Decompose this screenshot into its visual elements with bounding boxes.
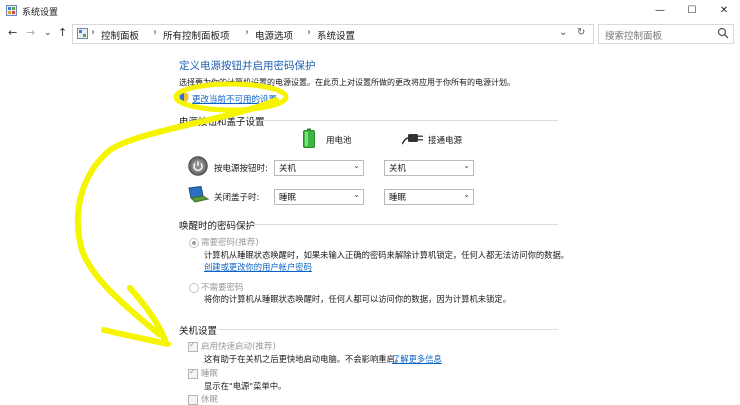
close-button[interactable]: ✕ (712, 3, 736, 19)
divider (218, 329, 558, 330)
checkmark-icon: ✓ (189, 340, 196, 349)
shield-icon (179, 92, 189, 103)
breadcrumb-item[interactable]: 所有控制面板项 (163, 28, 230, 42)
plugged-in-column-label: 接通电源 (428, 136, 463, 146)
search-input[interactable]: 搜索控制面板 (605, 28, 662, 42)
breadcrumb-item[interactable]: 控制面板 (101, 28, 139, 42)
require-password-description: 计算机从睡眠状态唤醒时，如果未输入正确的密码来解除计算机锁定，任何人都无法访问你… (204, 250, 570, 260)
refresh-button[interactable]: ↻ (577, 27, 585, 38)
chevron-down-icon[interactable]: ⌄ (559, 27, 567, 38)
battery-icon (303, 128, 315, 148)
require-password-radio[interactable] (189, 238, 199, 248)
lid-battery-select[interactable]: 睡眠 ⌄ (274, 189, 364, 205)
chevron-down-icon: ⌄ (463, 190, 470, 199)
breadcrumb-item[interactable]: 电源选项 (255, 28, 293, 42)
fast-startup-label: 启用快速启动(推荐) (201, 342, 276, 352)
up-button[interactable]: ↑ (58, 25, 67, 41)
selected-value: 睡眠 (389, 193, 407, 203)
power-button-plugged-select[interactable]: 关机 ⌄ (384, 160, 474, 176)
main-content: 定义电源按钮并启用密码保护 选择要为你的计算机设置的电源设置。在此页上对设置所做… (0, 46, 740, 405)
sleep-label: 睡眠 (201, 369, 219, 379)
no-password-description: 将你的计算机从睡眠状态唤醒时，任何人都可以访问你的数据，因为计算机未锁定。 (204, 294, 511, 304)
hibernate-label: 休眠 (201, 395, 219, 405)
power-button-section-heading: 电源按钮和盖子设置 (179, 117, 265, 128)
address-bar[interactable]: › 控制面板 › 所有控制面板项 › 电源选项 › 系统设置 ⌄ ↻ (72, 24, 594, 44)
create-password-link[interactable]: 创建或更改你的用户帐户密码 (204, 261, 312, 273)
no-password-radio[interactable] (189, 283, 199, 293)
chevron-right-icon: › (307, 27, 311, 38)
require-password-label: 需要密码(推荐) (201, 238, 259, 248)
search-box[interactable]: 搜索控制面板 (598, 24, 734, 44)
chevron-right-icon: › (153, 27, 157, 38)
breadcrumb-item[interactable]: 系统设置 (317, 28, 355, 42)
sleep-checkbox[interactable]: ✓ (188, 367, 198, 379)
selected-value: 关机 (389, 164, 407, 174)
sleep-description: 显示在"电源"菜单中。 (204, 381, 287, 391)
selected-value: 关机 (279, 164, 297, 174)
search-icon[interactable] (717, 27, 729, 39)
divider (244, 224, 558, 225)
chevron-down-icon: ⌄ (463, 161, 470, 170)
back-button[interactable]: ← (8, 25, 17, 41)
laptop-lid-icon (188, 186, 210, 203)
maximize-button[interactable]: ☐ (680, 3, 704, 19)
minimize-button[interactable]: — (648, 3, 672, 19)
checkmark-icon: ✓ (189, 367, 196, 376)
control-panel-icon (6, 5, 17, 16)
fast-startup-checkbox[interactable]: ✓ (188, 340, 198, 352)
fast-startup-description: 这有助于在关机之后更快地启动电脑。不会影响重启。 (204, 354, 404, 364)
shutdown-section-heading: 关机设置 (179, 326, 218, 337)
chevron-down-icon: ⌄ (353, 161, 360, 170)
lid-plugged-select[interactable]: 睡眠 ⌄ (384, 189, 474, 205)
learn-more-link[interactable]: 了解更多信息 (392, 353, 442, 365)
power-plug-icon (402, 134, 423, 145)
change-settings-link[interactable]: 更改当前不可用的设置 (192, 93, 277, 105)
recent-locations-button[interactable]: ⌄ (44, 25, 52, 41)
window-title: 系统设置 (22, 8, 59, 18)
power-button-icon (188, 156, 208, 176)
control-panel-icon (77, 28, 88, 39)
page-title: 定义电源按钮并启用密码保护 (179, 60, 316, 72)
chevron-right-icon: › (91, 27, 95, 38)
password-section-heading: 唤醒时的密码保护 (179, 221, 256, 232)
selected-value: 睡眠 (279, 193, 297, 203)
title-bar: 系统设置 — ☐ ✕ (0, 0, 740, 22)
forward-button[interactable]: → (26, 25, 35, 41)
battery-column-label: 用电池 (326, 136, 352, 146)
chevron-down-icon: ⌄ (353, 190, 360, 199)
lid-row-label: 关闭盖子时: (214, 193, 260, 203)
page-description: 选择要为你的计算机设置的电源设置。在此页上对设置所做的更改将应用于你所有的电源计… (179, 78, 515, 87)
hibernate-checkbox[interactable] (188, 395, 198, 405)
power-button-battery-select[interactable]: 关机 ⌄ (274, 160, 364, 176)
chevron-right-icon: › (245, 27, 249, 38)
no-password-label: 不需要密码 (201, 283, 244, 293)
power-button-row-label: 按电源按钮时: (214, 164, 268, 174)
divider (262, 120, 558, 121)
